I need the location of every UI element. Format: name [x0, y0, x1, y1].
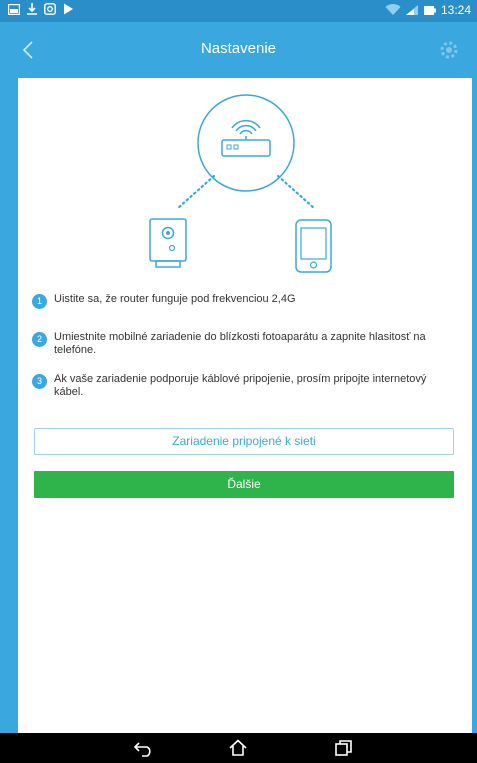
phone-device-icon [295, 219, 332, 273]
gallery-icon [8, 3, 20, 15]
instruction-list: 1 Uistite sa, že router funguje pod frek… [32, 293, 452, 399]
next-button[interactable]: Ďalšie [34, 471, 454, 498]
setup-card: 1 Uistite sa, že router funguje pod frek… [18, 78, 472, 733]
settings-button[interactable] [437, 38, 461, 62]
instruction-step-2: 2 Umiestnite mobilné zariadenie do blízk… [32, 331, 452, 357]
device-connected-button[interactable]: Zariadenie pripojené k sieti [34, 428, 454, 455]
status-bar: 13:24 [0, 0, 477, 22]
download-icon [27, 3, 37, 15]
back-icon[interactable] [134, 739, 154, 757]
connection-line-left [176, 174, 216, 210]
connection-line-right [276, 174, 316, 210]
camera-icon [44, 3, 56, 15]
step-number-badge: 1 [32, 294, 47, 309]
instruction-step-3: 3 Ak vaše zariadenie podporuje káblové p… [32, 373, 452, 399]
page-title: Nastavenie [200, 40, 277, 57]
step-text: Uistite sa, že router funguje pod frekve… [54, 293, 296, 305]
setup-illustration [149, 94, 332, 273]
gear-icon [440, 41, 458, 59]
signal-icon [405, 5, 418, 15]
status-time: 13:24 [440, 3, 471, 17]
battery-icon [423, 6, 436, 15]
step-number-badge: 2 [32, 332, 47, 347]
recent-apps-icon[interactable] [334, 739, 354, 757]
step-number-badge: 3 [32, 374, 47, 389]
app-bar: Nastavenie [0, 22, 477, 78]
status-notification-icons [8, 3, 74, 15]
step-text: Ak vaše zariadenie podporuje káblové pri… [54, 373, 427, 398]
camera-device-icon [149, 218, 187, 268]
play-store-icon [64, 3, 73, 15]
status-system-icons: 13:24 [385, 3, 471, 17]
instruction-step-1: 1 Uistite sa, že router funguje pod frek… [32, 293, 452, 309]
wifi-icon [385, 4, 401, 16]
navigation-bar [0, 733, 477, 763]
step-text: Umiestnite mobilné zariadenie do blízkos… [54, 331, 426, 356]
home-icon[interactable] [228, 739, 248, 757]
